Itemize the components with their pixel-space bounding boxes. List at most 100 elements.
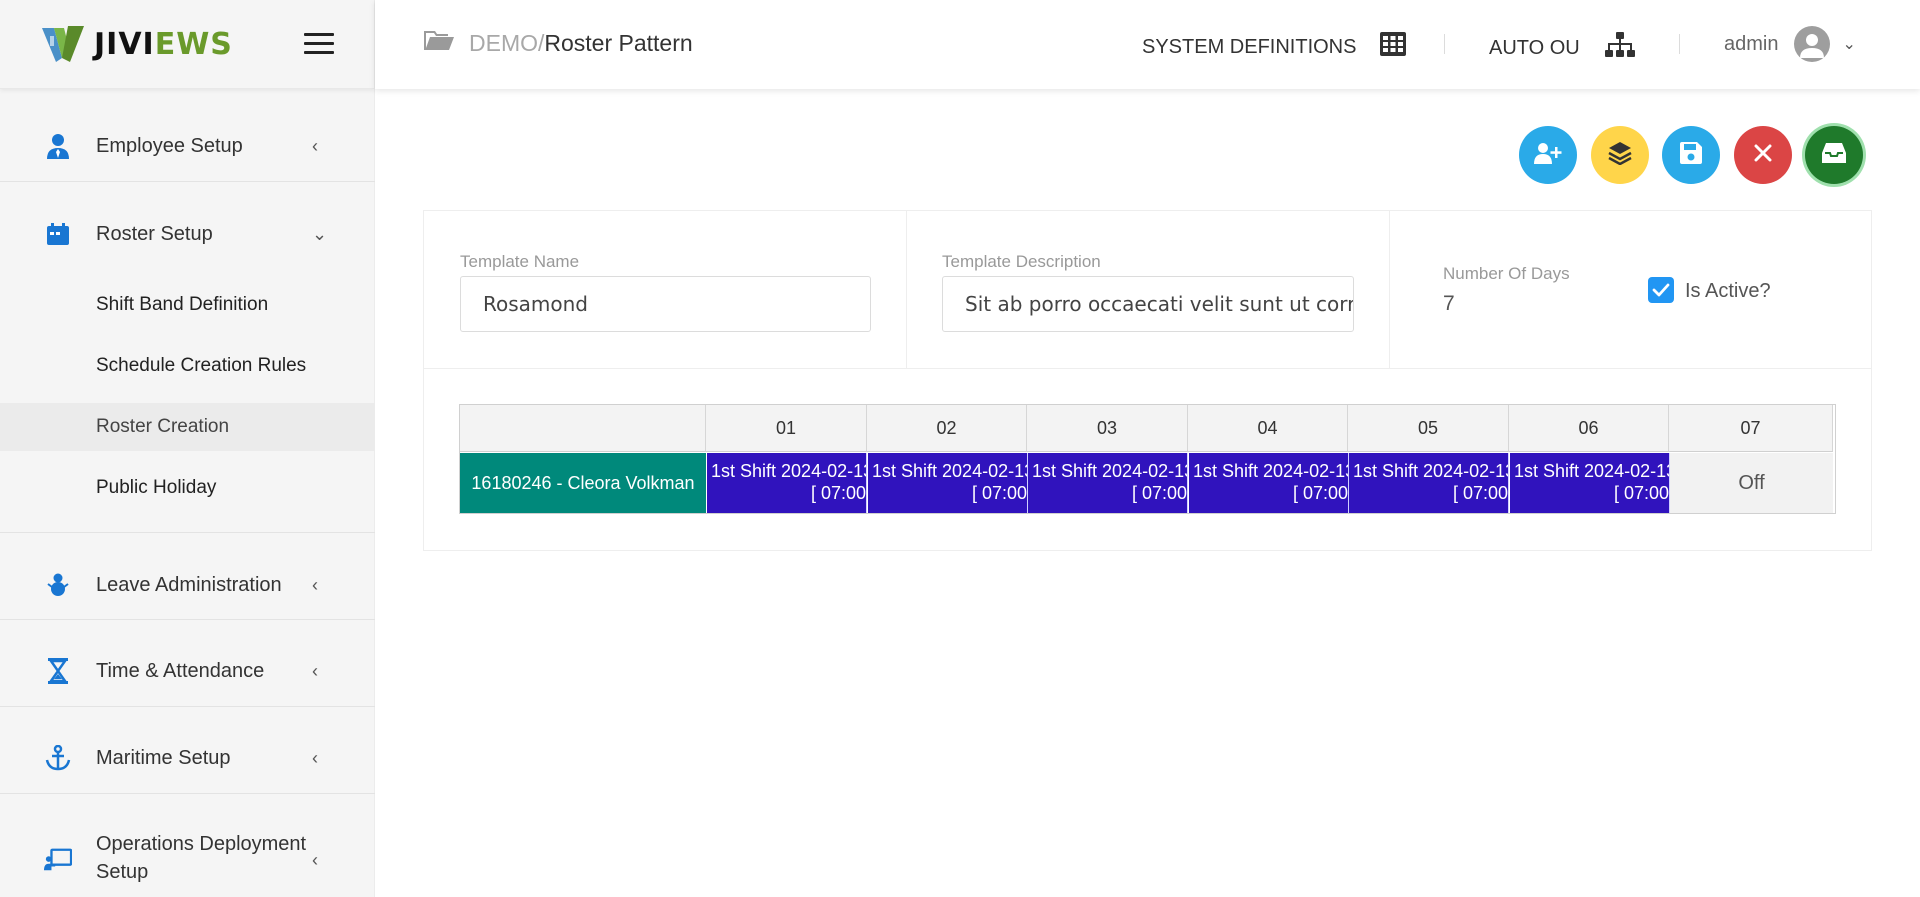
sidebar-subitem-roster-creation[interactable]: Roster Creation: [0, 403, 375, 451]
shift-cell[interactable]: 1st Shift 2024-02-13 [ 07:00: [707, 453, 867, 513]
sidebar-item-label: Roster Setup: [96, 222, 213, 245]
add-user-button[interactable]: [1519, 126, 1577, 184]
anchor-icon: [44, 744, 72, 772]
divider: [0, 706, 375, 707]
system-definitions-label: SYSTEM DEFINITIONS: [1142, 35, 1357, 58]
chevron-down-icon: ⌄: [312, 223, 328, 244]
breadcrumb: DEMO / Roster Pattern: [423, 28, 693, 58]
divider: [0, 793, 375, 794]
shift-time: [ 07:00: [1613, 483, 1669, 503]
page-title: Roster Pattern: [544, 29, 693, 56]
divider: [1679, 34, 1680, 54]
sidebar-item-employee-setup[interactable]: Employee Setup ‹: [0, 125, 375, 167]
auto-ou-label: AUTO OU: [1489, 36, 1580, 59]
shift-time: [ 07:00: [1131, 483, 1187, 503]
divider: [906, 211, 907, 369]
shift-time: [ 07:00: [971, 483, 1027, 503]
save-button[interactable]: [1662, 126, 1720, 184]
user-tie-icon: [44, 132, 72, 160]
sidebar-item-leave-administration[interactable]: Leave Administration ‹: [0, 564, 375, 606]
brand-logo[interactable]: JIVIEWS: [0, 0, 374, 89]
presentation-icon: [44, 846, 72, 874]
jiviews-logo-icon: [40, 24, 86, 64]
sidebar-item-operations-deployment-setup[interactable]: Operations Deployment Setup ‹: [0, 830, 375, 890]
template-description-input[interactable]: Sit ab porro occaecati velit sunt ut cor…: [942, 276, 1354, 332]
inbox-icon: [1822, 142, 1846, 169]
shift-cell[interactable]: 1st Shift 2024-02-13 [ 07:00: [1189, 453, 1349, 513]
roster-pattern-grid: 01 02 03 04 05 06 07 16180246 - Cleora V…: [459, 404, 1836, 514]
shift-time: [ 07:00: [810, 483, 866, 503]
number-of-days-value: 7: [1443, 292, 1455, 315]
divider: [0, 619, 375, 620]
chevron-left-icon: ‹: [312, 747, 318, 768]
chevron-left-icon: ‹: [312, 849, 318, 870]
shift-cell[interactable]: 1st Shift 2024-02-13 [ 07:00: [1510, 453, 1670, 513]
top-header: DEMO / Roster Pattern SYSTEM DEFINITIONS…: [375, 0, 1920, 89]
chevron-left-icon: ‹: [312, 135, 318, 156]
template-name-input[interactable]: Rosamond: [460, 276, 871, 332]
calendar-icon: [44, 220, 72, 248]
chevron-left-icon: ‹: [312, 574, 318, 595]
layers-icon: [1608, 141, 1632, 170]
archive-button[interactable]: [1805, 126, 1863, 184]
cancel-button[interactable]: [1734, 126, 1792, 184]
layers-button[interactable]: [1591, 126, 1649, 184]
grid-header-day: 04: [1188, 405, 1348, 452]
folder-open-icon: [423, 28, 455, 58]
shift-cell[interactable]: 1st Shift 2024-02-13 [ 07:00: [1349, 453, 1509, 513]
divider: [0, 532, 375, 533]
form-fields-row: Template Name Rosamond Template Descript…: [424, 211, 1871, 369]
user-plus-icon: [1534, 142, 1562, 169]
sidebar: JIVIEWS Employee Setup ‹ Roster Setup ⌄ …: [0, 0, 375, 897]
shift-cell[interactable]: 1st Shift 2024-02-13 [ 07:00: [868, 453, 1028, 513]
is-active-checkbox[interactable]: [1648, 277, 1674, 303]
shift-label: 1st Shift 2024-02-13: [1193, 461, 1349, 481]
shift-label: 1st Shift 2024-02-13: [1514, 461, 1670, 481]
hourglass-icon: [44, 657, 72, 685]
shift-time: [ 07:00: [1452, 483, 1508, 503]
grid-header-day: 05: [1348, 405, 1509, 452]
off-cell[interactable]: Off: [1670, 453, 1833, 513]
check-icon: [1652, 283, 1670, 297]
divider: [1389, 211, 1390, 369]
sidebar-subitem-schedule-creation-rules[interactable]: Schedule Creation Rules: [0, 342, 375, 390]
grid-header-day: 01: [706, 405, 867, 452]
sidebar-item-label: Time & Attendance: [96, 659, 265, 682]
sidebar-item-label: Maritime Setup: [96, 746, 231, 769]
close-icon: [1754, 144, 1772, 167]
menu-toggle-icon[interactable]: [304, 33, 334, 55]
sidebar-subitem-shift-band-definition[interactable]: Shift Band Definition: [0, 281, 375, 329]
sidebar-item-label: Operations Deployment Setup: [96, 833, 307, 883]
grid-header-corner: [460, 405, 706, 452]
snowman-icon: [44, 571, 72, 599]
sidebar-subitem-public-holiday[interactable]: Public Holiday: [0, 464, 375, 512]
grid-header-day: 07: [1669, 405, 1833, 452]
sidebar-item-maritime-setup[interactable]: Maritime Setup ‹: [0, 737, 375, 779]
avatar: [1794, 26, 1831, 62]
employee-cell[interactable]: 16180246 - Cleora Volkman: [460, 453, 706, 513]
chevron-down-icon: ⌄: [1842, 36, 1856, 53]
shift-label: 1st Shift 2024-02-13: [1353, 461, 1509, 481]
floppy-disk-icon: [1680, 141, 1702, 169]
system-definitions-link[interactable]: SYSTEM DEFINITIONS: [1142, 32, 1407, 62]
template-name-label: Template Name: [460, 252, 580, 271]
sidebar-item-time-attendance[interactable]: Time & Attendance ‹: [0, 650, 375, 692]
shift-label: 1st Shift 2024-02-13: [711, 461, 867, 481]
template-description-label: Template Description: [942, 252, 1101, 271]
sidebar-item-roster-setup[interactable]: Roster Setup ⌄: [0, 213, 375, 255]
is-active-label: Is Active?: [1685, 280, 1771, 302]
divider: [1444, 34, 1445, 54]
user-menu[interactable]: admin ⌄: [1724, 26, 1856, 62]
grid-header-day: 02: [867, 405, 1027, 452]
sidebar-item-label: Leave Administration: [96, 573, 282, 596]
grid-header-day: 06: [1509, 405, 1669, 452]
grid-table-icon: [1380, 32, 1407, 62]
user-name: admin: [1724, 32, 1779, 55]
brand-name: JIVIEWS: [94, 26, 233, 62]
breadcrumb-demo-link[interactable]: DEMO: [469, 30, 538, 57]
grid-header-day: 03: [1027, 405, 1188, 452]
divider: [0, 181, 375, 182]
shift-cell[interactable]: 1st Shift 2024-02-13 [ 07:00: [1028, 453, 1188, 513]
shift-label: 1st Shift 2024-02-13: [872, 461, 1028, 481]
auto-ou-link[interactable]: AUTO OU: [1489, 32, 1636, 64]
